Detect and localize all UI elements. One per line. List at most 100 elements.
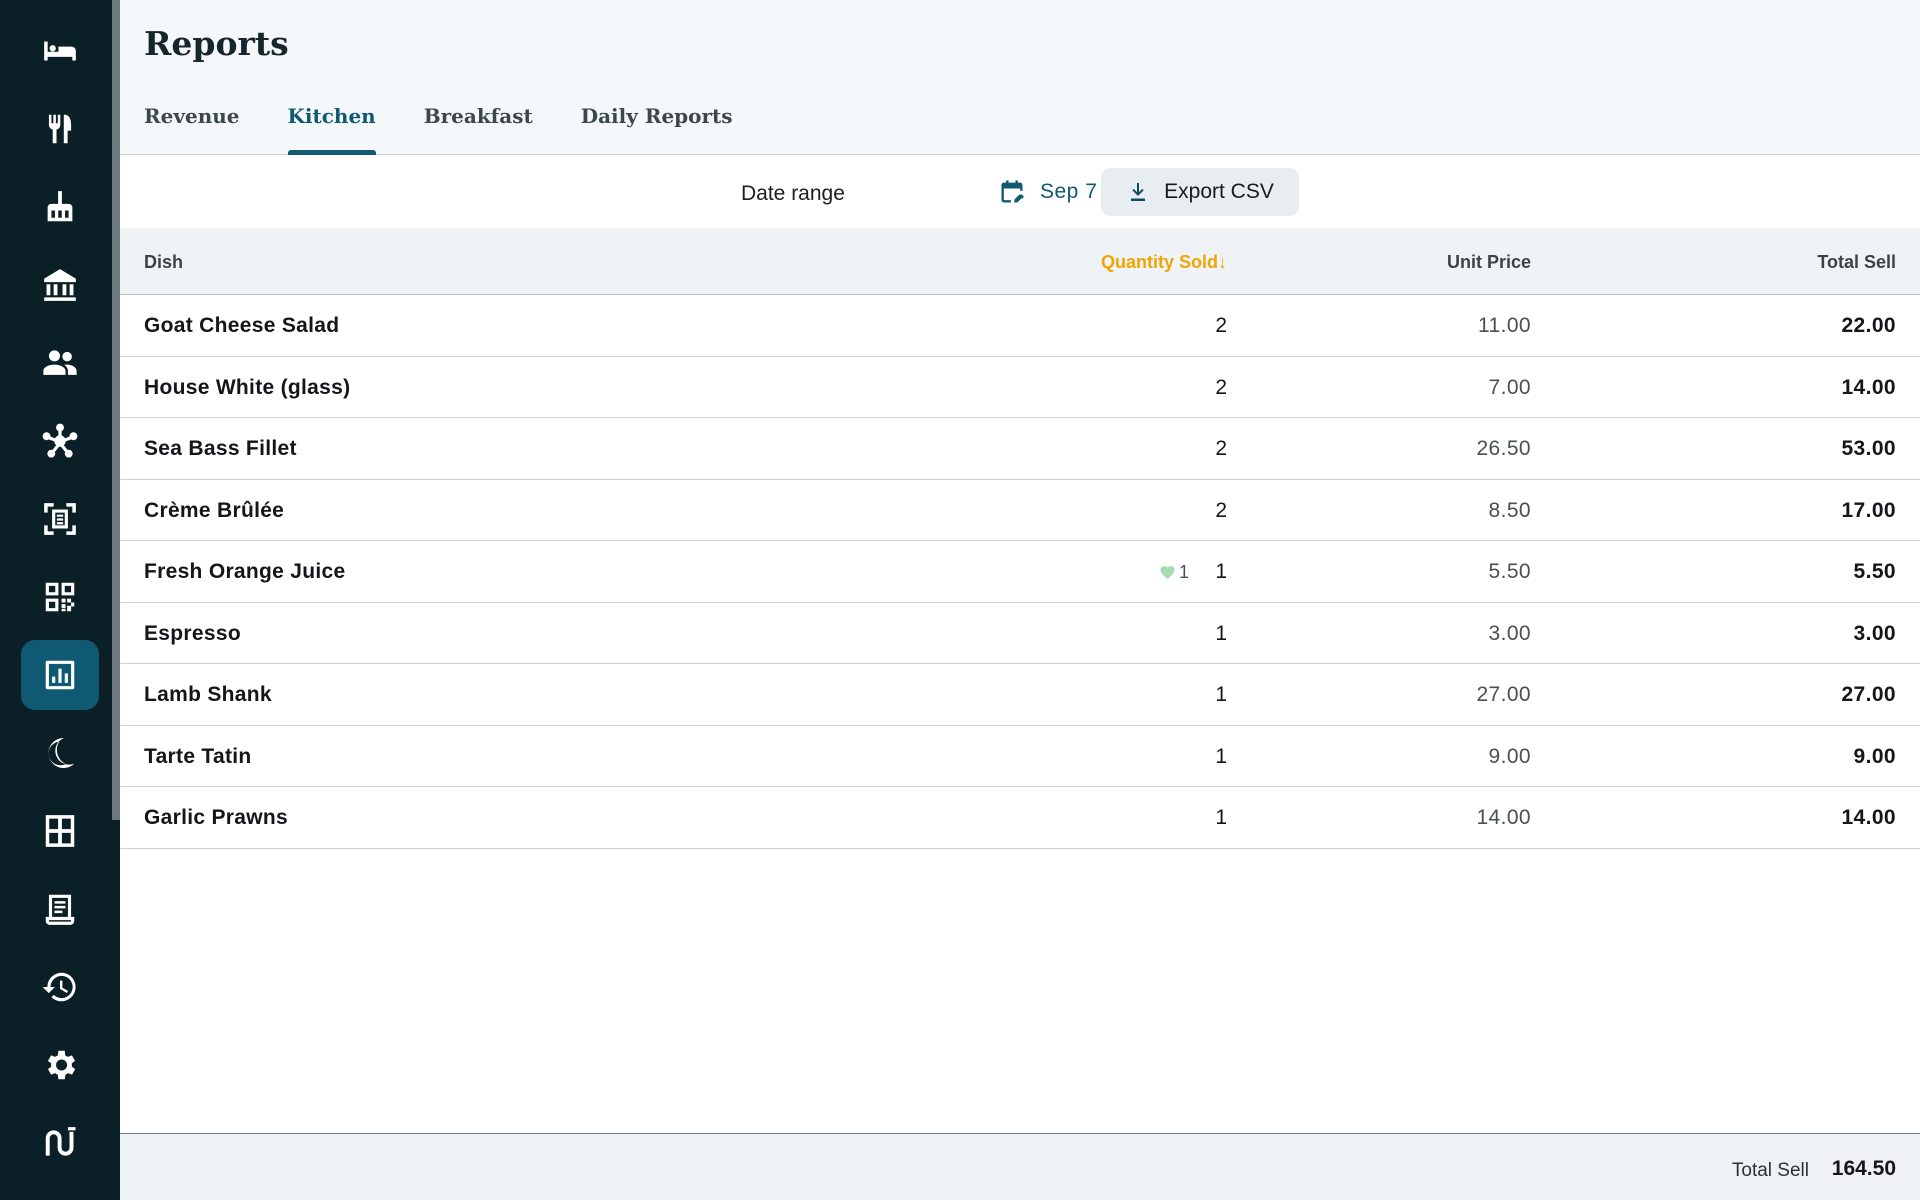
unit-price: 7.00	[1488, 375, 1531, 399]
floor-plan-icon	[45, 815, 75, 847]
total-sell: 22.00	[1841, 314, 1896, 337]
gear-icon	[47, 1050, 76, 1080]
quantity-sold: 1	[1215, 806, 1227, 829]
page-header: Reports Revenue Kitchen Breakfast Daily …	[120, 0, 1920, 155]
page-title: Reports	[144, 24, 289, 63]
quantity-sold: 2	[1215, 314, 1227, 337]
sidebar-item-restaurant[interactable]	[21, 94, 99, 164]
utensils-icon	[48, 114, 72, 144]
total-sell: 14.00	[1841, 806, 1896, 829]
users-icon	[43, 350, 77, 375]
sidebar-item-integrations[interactable]	[21, 406, 99, 476]
tab-kitchen[interactable]: Kitchen	[287, 104, 376, 155]
sort-descending-icon: ↓	[1218, 252, 1227, 272]
favorite-count: 1	[1178, 562, 1189, 582]
sidebar-item-reports[interactable]	[21, 640, 99, 710]
table-row[interactable]: Lamb Shank 1 27.00 27.00	[120, 664, 1920, 726]
moon-icon	[48, 737, 75, 769]
unit-price: 5.50	[1488, 560, 1531, 583]
sidebar-item-night-audit[interactable]	[21, 718, 99, 788]
dish-name: Tarte Tatin	[144, 744, 252, 768]
total-sell: 14.00	[1841, 375, 1896, 399]
total-sell: 3.00	[1853, 621, 1896, 645]
table-footer: Total Sell 164.50	[120, 1133, 1920, 1200]
dish-name: Fresh Orange Juice	[144, 560, 346, 583]
table-row[interactable]: Crème Brûlée 2 8.50 17.00	[120, 480, 1920, 541]
column-header-quantity-label: Quantity Sold	[1101, 252, 1218, 272]
sidebar	[0, 0, 120, 1200]
unit-price: 9.00	[1488, 744, 1531, 768]
sidebar-item-invoices[interactable]	[21, 874, 99, 944]
sidebar-item-settings[interactable]	[21, 1030, 99, 1100]
report-toolbar: Date range Sep 7 - Sep 7 Export CSV	[120, 156, 1920, 228]
table-row[interactable]: Garlic Prawns 1 14.00 14.00	[120, 787, 1920, 849]
tab-revenue[interactable]: Revenue	[144, 104, 240, 155]
column-header-dish[interactable]: Dish	[144, 252, 183, 273]
broom-icon	[47, 191, 73, 222]
total-sell: 27.00	[1841, 683, 1896, 706]
history-icon	[42, 972, 76, 1002]
table-row[interactable]: House White (glass) 2 7.00 14.00	[120, 357, 1920, 418]
bed-icon	[44, 41, 76, 61]
total-sell: 9.00	[1853, 744, 1896, 768]
favorite-badge: 1	[1159, 562, 1189, 583]
logo-icon	[45, 1127, 76, 1156]
heart-icon	[1160, 566, 1175, 580]
total-sell-value: 164.50	[1831, 1157, 1896, 1180]
qr-code-icon	[45, 582, 75, 612]
quantity-sold: 1	[1215, 683, 1227, 706]
sidebar-item-brand[interactable]	[21, 1108, 99, 1178]
table-row[interactable]: Espresso 1 3.00 3.00	[120, 603, 1920, 664]
table-row[interactable]: Fresh Orange Juice 1 1 5.50 5.50	[120, 541, 1920, 603]
column-header-unit-price[interactable]: Unit Price	[1447, 252, 1531, 273]
table-row[interactable]: Tarte Tatin 1 9.00 9.00	[120, 726, 1920, 787]
sidebar-item-housekeeping[interactable]	[21, 172, 99, 242]
quantity-sold: 2	[1215, 437, 1227, 460]
column-header-total-sell[interactable]: Total Sell	[1817, 252, 1896, 273]
table-row[interactable]: Sea Bass Fillet 2 26.50 53.00	[120, 418, 1920, 480]
unit-price: 26.50	[1476, 437, 1531, 460]
sidebar-item-scanner[interactable]	[21, 484, 99, 554]
sidebar-scrollbar[interactable]	[112, 0, 120, 820]
sidebar-item-property[interactable]	[21, 250, 99, 320]
export-csv-button[interactable]: Export CSV	[1101, 168, 1299, 216]
report-chart-icon	[45, 660, 75, 690]
quantity-sold: 2	[1215, 375, 1227, 399]
total-sell: 53.00	[1841, 437, 1896, 460]
dish-name: House White (glass)	[144, 375, 351, 399]
quantity-sold: 2	[1215, 498, 1227, 522]
sidebar-item-rooms[interactable]	[21, 16, 99, 86]
table-row[interactable]: Goat Cheese Salad 2 11.00 22.00	[120, 295, 1920, 357]
unit-price: 27.00	[1476, 683, 1531, 706]
sidebar-item-guests[interactable]	[21, 328, 99, 398]
unit-price: 14.00	[1476, 806, 1531, 829]
column-header-quantity-sold[interactable]: Quantity Sold↓	[1101, 252, 1227, 273]
building-icon	[44, 269, 76, 301]
unit-price: 11.00	[1478, 314, 1531, 337]
dish-name: Crème Brûlée	[144, 498, 285, 522]
dish-name: Sea Bass Fillet	[144, 437, 297, 460]
report-tabs: Revenue Kitchen Breakfast Daily Reports	[144, 104, 733, 155]
sidebar-item-qr-codes[interactable]	[21, 562, 99, 632]
quantity-sold: 1	[1215, 621, 1227, 645]
sidebar-item-floor-plan[interactable]	[21, 796, 99, 866]
scan-document-icon	[44, 503, 76, 535]
quantity-sold: 1	[1215, 560, 1227, 583]
download-icon	[1131, 183, 1146, 201]
tab-breakfast[interactable]: Breakfast	[424, 104, 533, 155]
receipt-icon	[45, 894, 75, 925]
dish-name: Garlic Prawns	[144, 806, 288, 829]
date-range-label: Date range	[741, 182, 845, 205]
calendar-edit-icon	[1001, 180, 1024, 203]
total-sell-label: Total Sell	[1731, 1160, 1809, 1181]
dish-name: Goat Cheese Salad	[144, 314, 340, 337]
export-csv-label: Export CSV	[1164, 180, 1274, 203]
kitchen-report-table: Dish Quantity Sold↓ Unit Price Total Sel…	[120, 228, 1920, 849]
unit-price: 3.00	[1488, 621, 1531, 645]
unit-price: 8.50	[1488, 498, 1531, 522]
total-sell: 17.00	[1841, 498, 1896, 522]
sidebar-item-history[interactable]	[21, 952, 99, 1022]
total-sell: 5.50	[1853, 560, 1896, 583]
table-header: Dish Quantity Sold↓ Unit Price Total Sel…	[120, 228, 1920, 295]
tab-daily-reports[interactable]: Daily Reports	[581, 104, 733, 155]
